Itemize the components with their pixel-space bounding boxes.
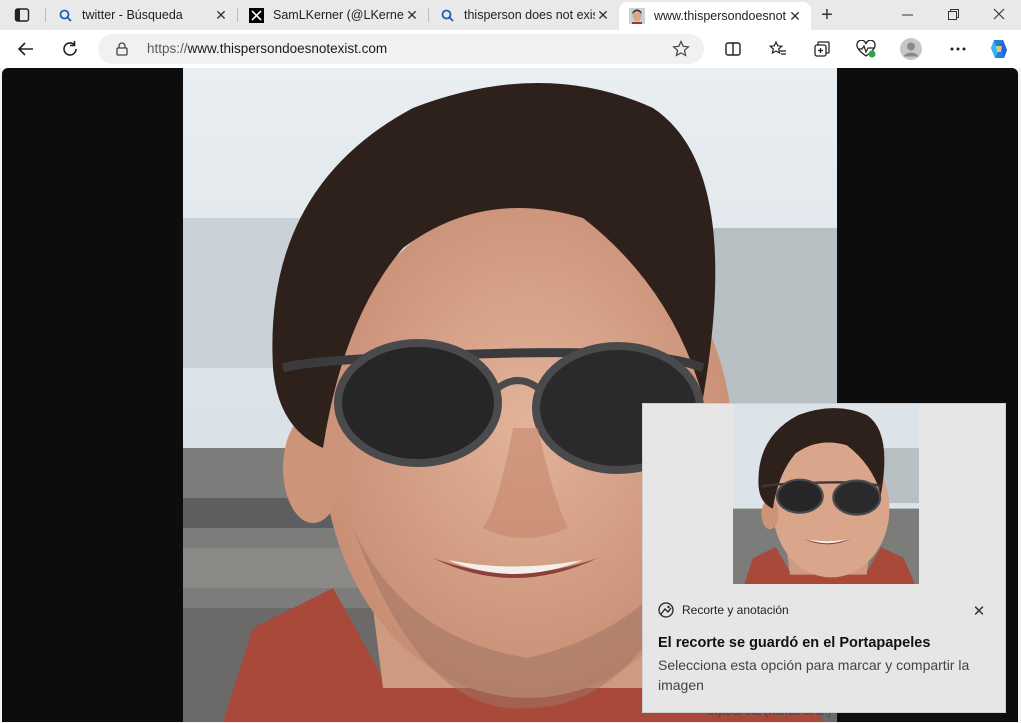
restore-icon [947,8,959,20]
copilot-icon [991,40,1007,58]
tab-actions-icon [14,8,30,22]
collections-button[interactable] [808,35,836,63]
close-icon[interactable]: ✕ [787,8,803,24]
favorites-icon [769,40,786,55]
tab-thispersondoesnotexist[interactable]: www.thispersondoesnot ✕ [619,2,811,30]
notification-app-name: Recorte y anotación [682,603,789,617]
close-icon: ✕ [972,603,986,620]
close-window-button[interactable] [985,4,1013,24]
search-icon [439,7,455,23]
split-screen-button[interactable] [719,35,747,63]
url-text[interactable]: https://www.thispersondoesnotexist.com [147,41,387,56]
new-tab-button[interactable]: + [816,3,838,26]
copilot-button[interactable] [985,35,1013,63]
snipping-tool-icon [658,602,674,618]
minimize-icon [901,14,913,15]
back-button[interactable] [12,35,40,63]
tab-twitter-search[interactable]: twitter - Búsqueda ✕ [47,2,237,28]
refresh-icon [63,41,77,56]
browser-essentials-button[interactable] [852,35,880,63]
close-notification-button[interactable]: ✕ [969,601,989,621]
avatar [900,38,922,60]
back-arrow-icon [17,42,33,56]
plus-icon: + [821,3,833,26]
tab-thisperson-search[interactable]: thisperson does not exis ✕ [429,2,619,28]
portrait-favicon-icon [629,8,645,24]
close-icon[interactable]: ✕ [213,7,229,23]
refresh-button[interactable] [56,35,84,63]
tab-title: www.thispersondoesnot [654,9,787,23]
tab-actions-button[interactable] [8,5,36,25]
close-icon[interactable]: ✕ [595,7,611,23]
collections-icon [814,41,830,57]
profile-button[interactable] [897,35,925,63]
url-host: www.thispersondoesnotexist.com [187,41,388,56]
x-logo-icon [248,7,264,23]
favorite-star-icon[interactable] [672,40,690,63]
tab-title: twitter - Búsqueda [82,8,183,22]
minimize-button[interactable] [893,4,921,24]
snip-thumbnail[interactable] [733,404,919,584]
snip-notification[interactable]: Recorte y anotación ✕ El recorte se guar… [642,403,1006,713]
notification-app-header: Recorte y anotación [658,602,789,618]
tab-samlkerner[interactable]: SamLKerner (@LKerner5 ✕ [238,2,428,28]
tab-strip: twitter - Búsqueda ✕ SamLKerner (@LKerne… [0,0,1021,30]
tab-title: SamLKerner (@LKerner5 [273,8,404,22]
search-icon [57,7,73,23]
split-screen-icon [725,42,741,56]
restore-button[interactable] [939,4,967,24]
heart-pulse-icon [856,40,876,58]
close-icon [993,8,1005,20]
tab-title: thisperson does not exis [464,8,595,22]
lock-icon[interactable] [116,42,128,61]
favorites-button[interactable] [764,35,792,63]
url-protocol: https:// [147,41,188,56]
notification-title: El recorte se guardó en el Portapapeles [658,635,931,651]
tab-separator [45,8,46,22]
address-bar[interactable]: https://www.thispersondoesnotexist.com [98,34,704,64]
ellipsis-icon [950,47,966,51]
browser-toolbar: https://www.thispersondoesnotexist.com [0,30,1021,68]
notification-body: Selecciona esta opción para marcar y com… [658,657,970,693]
close-icon[interactable]: ✕ [404,7,420,23]
more-options-button[interactable] [944,35,972,63]
